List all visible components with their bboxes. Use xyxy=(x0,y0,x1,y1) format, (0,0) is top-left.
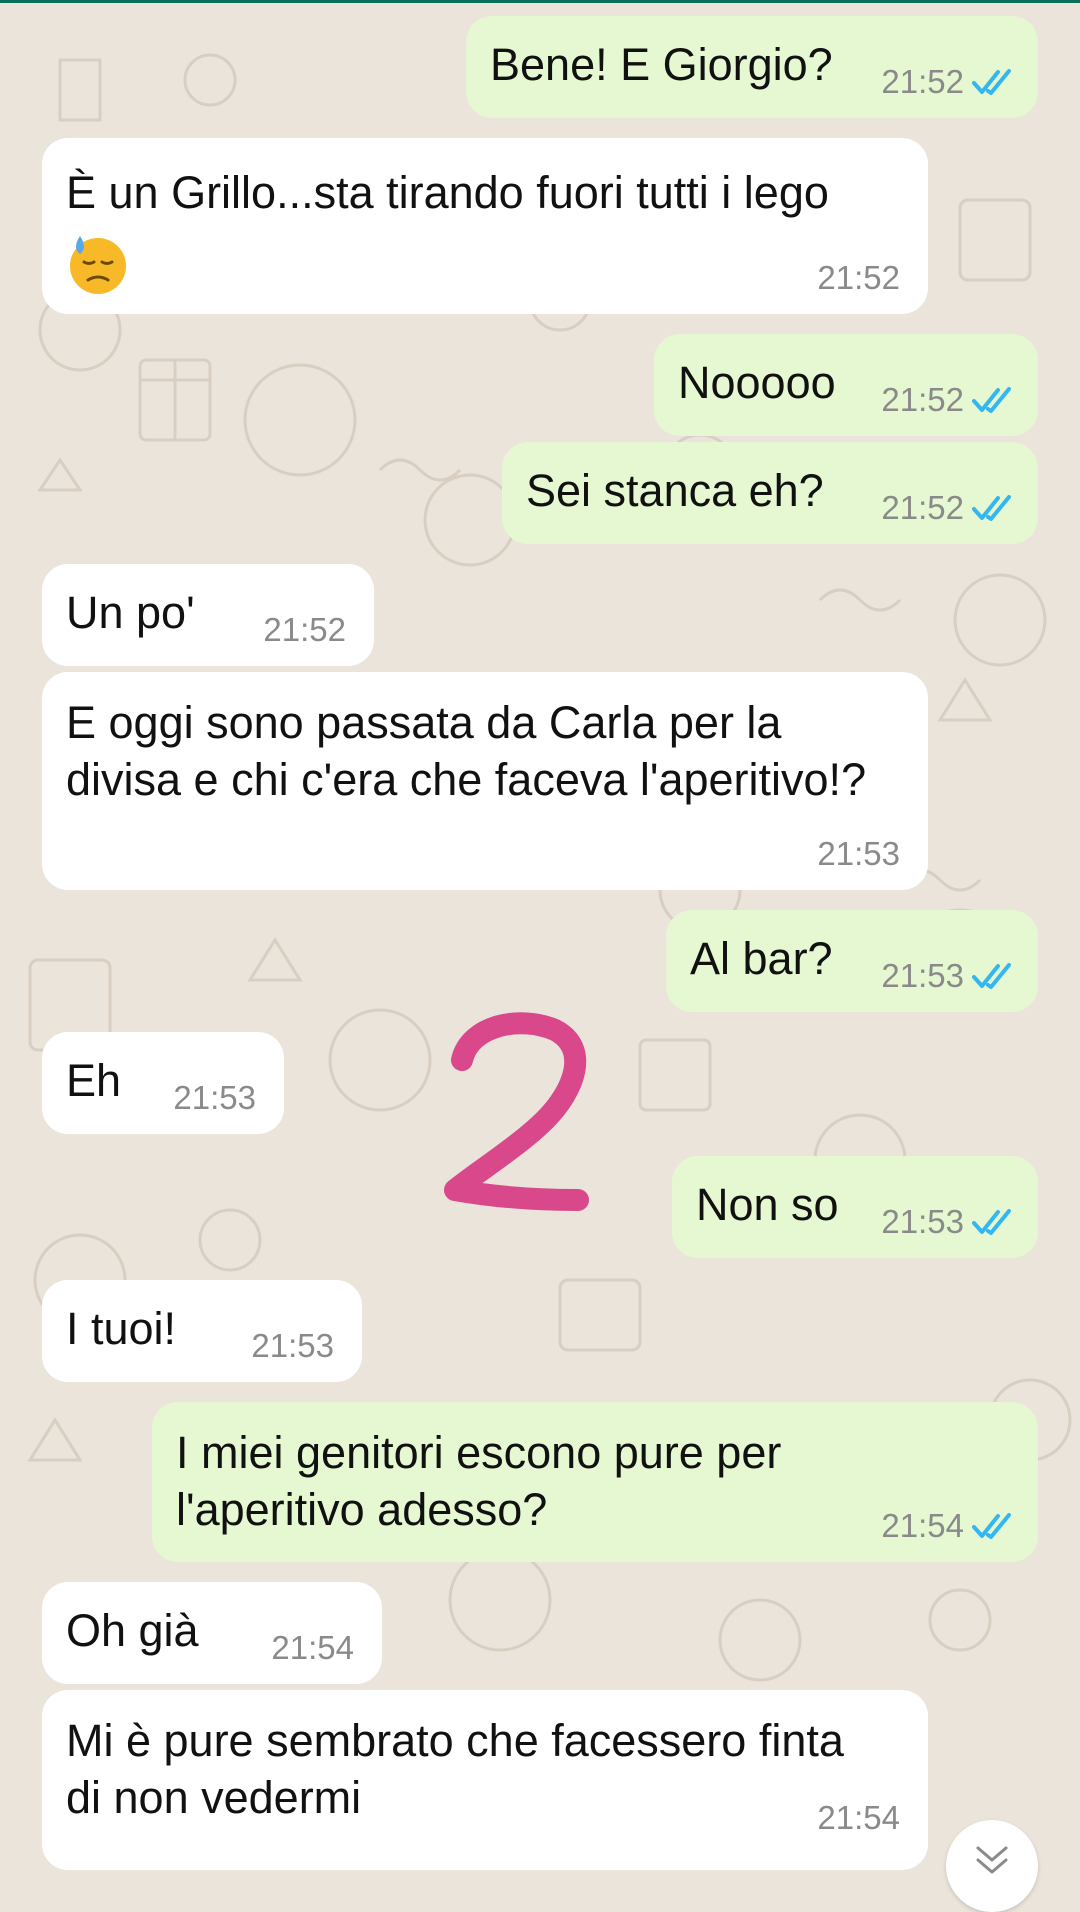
scroll-to-bottom-button[interactable] xyxy=(946,1820,1038,1912)
message-time: 21:53 xyxy=(251,1327,334,1364)
message-meta: 21:53 xyxy=(173,1080,256,1116)
message-bubble-incoming[interactable]: Mi è pure sembrato che facessero finta d… xyxy=(42,1690,928,1870)
message-text: I tuoi! xyxy=(66,1303,177,1354)
message-time: 21:54 xyxy=(881,1507,964,1544)
message-meta: 21:54 xyxy=(817,1800,900,1836)
message-time: 21:52 xyxy=(881,381,964,418)
message-text: Eh xyxy=(66,1055,122,1106)
message-text: Non so xyxy=(696,1179,839,1230)
message-text: Nooooo xyxy=(678,357,836,408)
message-text: Oh già xyxy=(66,1605,199,1656)
message-meta: 21:53 xyxy=(251,1328,334,1364)
message-text: I miei genitori escono pure per l'aperit… xyxy=(176,1427,782,1535)
message-meta: 21:53 xyxy=(881,1204,1016,1240)
message-text: È un Grillo...sta tirando fuori tutti i … xyxy=(66,167,829,218)
message-bubble-incoming[interactable]: E oggi sono passata da Carla per la divi… xyxy=(42,672,928,890)
message-bubble-incoming[interactable]: Un po' 21:52 xyxy=(42,564,374,666)
double-check-read-icon xyxy=(972,495,1011,521)
message-meta: 21:53 xyxy=(881,958,1016,994)
message-bubble-outgoing[interactable]: I miei genitori escono pure per l'aperit… xyxy=(152,1402,1038,1562)
message-bubble-incoming[interactable]: È un Grillo...sta tirando fuori tutti i … xyxy=(42,138,928,314)
double-check-read-icon xyxy=(972,69,1011,95)
double-check-read-icon xyxy=(972,1209,1011,1235)
message-bubble-outgoing[interactable]: Nooooo 21:52 xyxy=(654,334,1038,436)
message-meta: 21:52 xyxy=(881,490,1016,526)
double-check-read-icon xyxy=(972,1513,1011,1539)
message-bubble-outgoing[interactable]: Non so 21:53 xyxy=(672,1156,1038,1258)
message-meta: 21:52 xyxy=(263,612,346,648)
message-text: Mi è pure sembrato che facessero finta d… xyxy=(66,1715,844,1823)
message-time: 21:52 xyxy=(881,63,964,100)
double-check-read-icon xyxy=(972,963,1011,989)
message-time: 21:53 xyxy=(817,835,900,872)
message-meta: 21:53 xyxy=(817,836,900,872)
message-text: Bene! E Giorgio? xyxy=(490,39,833,90)
message-time: 21:52 xyxy=(881,489,964,526)
message-time: 21:52 xyxy=(263,611,346,648)
message-text: Al bar? xyxy=(690,933,833,984)
message-bubble-outgoing[interactable]: Al bar? 21:53 xyxy=(666,910,1038,1012)
message-meta: 21:52 xyxy=(881,382,1016,418)
message-meta: 21:54 xyxy=(881,1508,1016,1544)
message-time: 21:53 xyxy=(881,1203,964,1240)
message-bubble-outgoing[interactable]: Sei stanca eh? 21:52 xyxy=(502,442,1038,544)
message-meta: 21:52 xyxy=(881,64,1016,100)
message-time: 21:53 xyxy=(173,1079,256,1116)
downcast-face-with-sweat-emoji xyxy=(70,236,126,294)
message-time: 21:53 xyxy=(881,957,964,994)
message-time: 21:52 xyxy=(817,259,900,296)
message-text: Sei stanca eh? xyxy=(526,465,824,516)
top-status-strip xyxy=(0,0,1080,3)
message-time: 21:54 xyxy=(271,1629,354,1666)
message-bubble-incoming[interactable]: Oh già 21:54 xyxy=(42,1582,382,1684)
double-check-read-icon xyxy=(972,387,1011,413)
message-text: E oggi sono passata da Carla per la divi… xyxy=(66,697,867,805)
message-bubble-incoming[interactable]: I tuoi! 21:53 xyxy=(42,1280,362,1382)
message-bubble-outgoing[interactable]: Bene! E Giorgio? 21:52 xyxy=(466,16,1038,118)
message-meta: 21:52 xyxy=(817,260,900,296)
message-time: 21:54 xyxy=(817,1799,900,1836)
message-meta: 21:54 xyxy=(271,1630,354,1666)
double-chevron-down-icon xyxy=(976,1846,1008,1874)
message-text: Un po' xyxy=(66,587,195,638)
message-bubble-incoming[interactable]: Eh 21:53 xyxy=(42,1032,284,1134)
